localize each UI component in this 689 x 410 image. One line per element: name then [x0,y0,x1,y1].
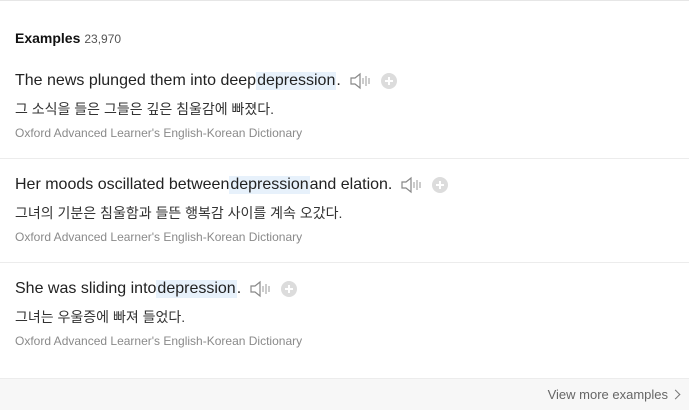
divider [0,262,689,263]
speaker-icon[interactable] [249,280,273,298]
add-icon[interactable] [432,177,449,193]
korean-translation: 그 소식을 들은 그들은 깊은 침울감에 빠졌다. [15,101,275,117]
example-sentence: Her moods oscillated between depression … [15,176,449,194]
speaker-icon[interactable] [349,72,373,90]
examples-header: Examples 23,970 [15,30,121,48]
korean-translation: 그녀는 우울증에 빠져 들었다. [15,309,186,325]
sentence-text: and elation. [309,176,393,193]
sentence-text: She was sliding into [15,280,157,297]
examples-count: 23,970 [84,32,122,46]
speaker-icon[interactable] [400,176,424,194]
example-sentence: The news plunged them into deep depressi… [15,72,397,90]
source-link[interactable]: Oxford Advanced Learner's English-Korean… [15,334,302,348]
highlight-word[interactable]: depression [156,280,237,298]
sentence-text: . [236,280,242,297]
source-link[interactable]: Oxford Advanced Learner's English-Korean… [15,230,302,244]
sentence-text: The news plunged them into deep [15,72,257,89]
divider [0,158,689,159]
sentence-text: Her moods oscillated between [15,176,230,193]
source-link[interactable]: Oxford Advanced Learner's English-Korean… [15,126,302,140]
view-more-link[interactable]: View more examples [547,387,681,402]
top-divider [0,0,689,1]
highlight-word[interactable]: depression [256,72,337,90]
chevron-right-icon [670,389,681,400]
korean-translation: 그녀의 기분은 침울함과 들뜬 행복감 사이를 계속 오갔다. [15,205,343,221]
sentence-text: . [336,72,341,89]
add-icon[interactable] [281,281,298,297]
footer-bar: View more examples [0,378,689,410]
add-icon[interactable] [380,73,397,89]
section-title: Examples [15,30,81,46]
view-more-label: View more examples [547,387,668,402]
highlight-word[interactable]: depression [229,176,310,194]
example-sentence: She was sliding into depression. [15,280,298,298]
